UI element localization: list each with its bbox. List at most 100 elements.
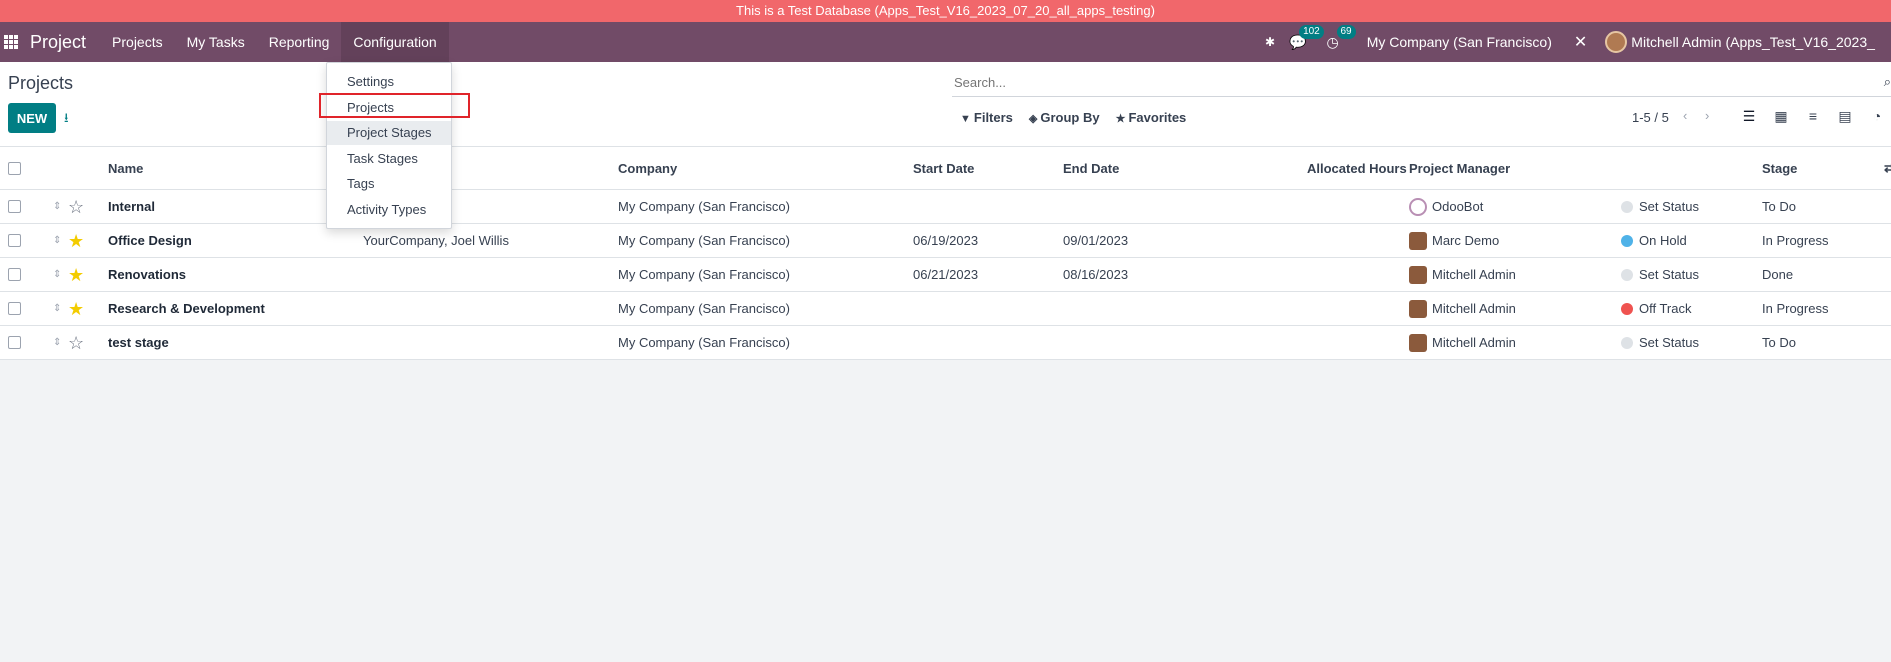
status-dot-icon	[1621, 200, 1633, 213]
row-checkbox[interactable]	[8, 302, 21, 315]
kanban-view-icon[interactable]: ▦	[1772, 108, 1790, 125]
drag-handle-icon[interactable]: ⇕	[53, 292, 61, 325]
project-manager[interactable]: Mitchell Admin	[1432, 335, 1516, 350]
column-name[interactable]: Name	[108, 147, 143, 189]
project-stage: To Do	[1762, 335, 1796, 350]
row-checkbox[interactable]	[8, 268, 21, 281]
project-name: Internal	[108, 199, 155, 214]
optional-columns-icon[interactable]: ⇄	[1884, 147, 1891, 189]
table-header: Name Company Start Date End Date Allocat…	[0, 146, 1891, 190]
test-database-banner: This is a Test Database (Apps_Test_V16_2…	[0, 0, 1891, 22]
row-checkbox[interactable]	[8, 336, 21, 349]
search-icon[interactable]: ⌕	[1884, 74, 1891, 90]
column-project-manager[interactable]: Project Manager	[1409, 147, 1510, 189]
project-stage: In Progress	[1762, 233, 1829, 248]
search-bar: ⌕	[952, 69, 1891, 97]
list-view-icon[interactable]: ☰	[1740, 108, 1758, 125]
table-row[interactable]: ⇕ ☆ test stage My Company (San Francisco) Mi…	[0, 326, 1891, 360]
column-company[interactable]: Company	[618, 147, 677, 189]
search-input[interactable]	[952, 69, 1852, 95]
apps-menu-icon[interactable]	[4, 35, 18, 49]
favorite-star-icon[interactable]: ★	[68, 232, 84, 250]
manager-avatar	[1409, 231, 1427, 250]
favorites-button[interactable]: ★ Favorites	[1116, 110, 1187, 125]
column-stage[interactable]: Stage	[1762, 147, 1797, 189]
calendar-view-icon[interactable]: ▤	[1836, 108, 1854, 125]
download-icon[interactable]: ⭳	[64, 109, 69, 131]
column-start-date[interactable]: Start Date	[913, 147, 974, 189]
activity-view-icon[interactable]: ◔	[1868, 108, 1886, 125]
project-stage: In Progress	[1762, 301, 1829, 316]
favorites-label: Favorites	[1128, 110, 1187, 125]
nav-my-tasks[interactable]: My Tasks	[175, 22, 257, 62]
company-switcher[interactable]: My Company (San Francisco)	[1367, 34, 1552, 50]
drag-handle-icon[interactable]: ⇕	[53, 258, 61, 291]
menu-item-tags[interactable]: Tags	[327, 172, 451, 196]
drag-handle-icon[interactable]: ⇕	[53, 326, 61, 359]
menu-item-task-stages[interactable]: Task Stages	[327, 147, 451, 171]
project-status[interactable]: On Hold	[1639, 233, 1687, 248]
activities-button[interactable]: ◷ 69	[1327, 24, 1356, 51]
column-end-date[interactable]: End Date	[1063, 147, 1119, 189]
project-end-date: 08/16/2023	[1063, 267, 1129, 282]
select-all-checkbox[interactable]	[8, 161, 21, 175]
project-manager[interactable]: Marc Demo	[1432, 233, 1499, 248]
filters-button[interactable]: ▼ Filters	[960, 110, 1013, 125]
project-company: My Company (San Francisco)	[618, 199, 790, 214]
project-start-date: 06/21/2023	[913, 267, 979, 282]
project-stage: Done	[1762, 267, 1794, 282]
favorite-star-icon[interactable]: ☆	[68, 334, 84, 352]
project-status[interactable]: Set Status	[1639, 335, 1699, 350]
column-allocated-hours[interactable]: Allocated Hours	[1307, 147, 1407, 189]
menu-item-activity-types[interactable]: Activity Types	[327, 198, 451, 222]
manager-avatar	[1409, 299, 1427, 318]
drag-handle-icon[interactable]: ⇕	[53, 190, 61, 223]
project-status[interactable]: Set Status	[1639, 199, 1699, 214]
project-name: Research & Development	[108, 301, 265, 316]
project-manager[interactable]: OdooBot	[1432, 199, 1483, 214]
app-name[interactable]: Project	[30, 32, 86, 53]
debug-bug-icon[interactable]: ✱	[1265, 35, 1275, 49]
highlight-box	[319, 93, 470, 118]
empty-area	[0, 360, 1891, 662]
table-row[interactable]: ⇕ ★ Renovations My Company (San Francisco) 0…	[0, 258, 1891, 292]
user-avatar[interactable]	[1605, 31, 1628, 53]
favorite-star-icon[interactable]: ★	[68, 300, 84, 318]
new-button[interactable]: NEW	[8, 103, 56, 133]
menu-item-settings[interactable]: Settings	[327, 70, 451, 94]
status-dot-icon	[1621, 336, 1633, 349]
favorite-star-icon[interactable]: ☆	[68, 198, 84, 216]
status-dot-icon	[1621, 302, 1633, 315]
nav-configuration[interactable]: Configuration	[341, 22, 449, 62]
messages-button[interactable]: 💬 102	[1289, 24, 1324, 51]
row-checkbox[interactable]	[8, 234, 21, 247]
messages-badge: 102	[1299, 24, 1324, 39]
table-row[interactable]: ⇕ ★ Research & Development My Company (San …	[0, 292, 1891, 326]
gantt-view-icon[interactable]: ≡	[1804, 108, 1822, 125]
row-checkbox[interactable]	[8, 200, 21, 213]
project-status[interactable]: Off Track	[1639, 301, 1692, 316]
project-manager[interactable]: Mitchell Admin	[1432, 301, 1516, 316]
menu-item-project-stages[interactable]: Project Stages	[327, 121, 451, 145]
tools-icon[interactable]: ✕	[1574, 32, 1587, 52]
group-by-button[interactable]: ◈ Group By	[1029, 110, 1100, 125]
pager-value[interactable]: 1-5 / 5	[1632, 110, 1669, 125]
project-status[interactable]: Set Status	[1639, 267, 1699, 282]
favorite-star-icon[interactable]: ★	[68, 266, 84, 284]
table-row[interactable]: ⇕ ★ Office Design YourCompany, Joel Willis M…	[0, 224, 1891, 258]
project-start-date: 06/19/2023	[913, 233, 979, 248]
project-manager[interactable]: Mitchell Admin	[1432, 267, 1516, 282]
search-panel-buttons: ▼ Filters ◈ Group By ★ Favorites	[960, 110, 1186, 125]
pager-previous-icon[interactable]: ‹	[1683, 108, 1687, 123]
drag-handle-icon[interactable]: ⇕	[53, 224, 61, 257]
pager-next-icon[interactable]: ›	[1705, 108, 1709, 123]
manager-avatar	[1409, 265, 1427, 284]
manager-avatar	[1409, 333, 1427, 352]
table-row[interactable]: ⇕ ☆ Internal My Company (San Francisco) Odoo…	[0, 190, 1891, 224]
configuration-dropdown: Settings Projects Project Stages Task St…	[326, 62, 452, 229]
nav-projects[interactable]: Projects	[100, 22, 175, 62]
nav-reporting[interactable]: Reporting	[257, 22, 342, 62]
status-dot-icon	[1621, 268, 1633, 281]
layers-icon: ◈	[1028, 113, 1038, 125]
user-menu[interactable]: Mitchell Admin (Apps_Test_V16_2023_	[1631, 34, 1875, 50]
